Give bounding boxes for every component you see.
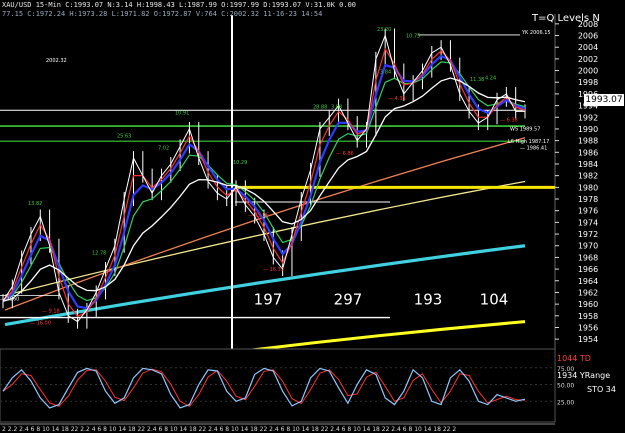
y-tick-label: 1984 [578, 160, 598, 169]
y-tick-label: 1978 [578, 195, 598, 204]
y-tick-label: 1982 [578, 172, 598, 181]
annotation-label: 10.29 [233, 160, 247, 166]
stochastic-tick-label: 25.00 [557, 399, 574, 406]
y-tick-label: 1970 [578, 242, 598, 251]
y-tick-label: 1958 [578, 312, 598, 321]
y-tick-label: 2000 [578, 67, 598, 76]
annotation-label: 3.88 [331, 105, 342, 111]
annotation-label: 12.78 [92, 250, 106, 256]
annotation-label: — 1960 [0, 297, 19, 303]
y-tick-label: 2004 [578, 43, 598, 52]
moving-averages [4, 137, 526, 353]
annotation-label: — 16.00 [30, 321, 51, 327]
y-tick-label: 1954 [578, 335, 598, 344]
swing-count-label: 193 [414, 290, 443, 308]
header-sub-line: 77.15 C:1972.24 H:1973.28 L:1971.82 O:19… [2, 10, 323, 18]
swing-count-label: 104 [480, 290, 509, 308]
annotation-label: 3.84 [380, 69, 391, 75]
y-tick-label: 1956 [578, 323, 598, 332]
level-label: L6 High 1987.17 [508, 139, 549, 145]
price-line [2, 33, 525, 323]
annotation-label: 28.88 [313, 105, 327, 111]
annotation-label: — 25.06 [248, 213, 269, 219]
moving-average-line [244, 320, 526, 353]
y-tick-label: 1980 [578, 183, 598, 192]
annotation-label: — 6.38 [500, 117, 518, 123]
y-tick-label: 1988 [578, 137, 598, 146]
levels-title: T=Q Levels N [532, 13, 600, 24]
y-tick-label: 2006 [578, 32, 598, 41]
td-label: 1044 TD [557, 354, 591, 363]
last-price-box: 1993.07 [584, 94, 624, 106]
swing-count-label: 197 [254, 290, 283, 308]
swing-count-label: 297 [334, 290, 363, 308]
y-tick-label: 1964 [578, 277, 598, 286]
y-tick-label: 1990 [578, 125, 598, 134]
y-tick-label: 1992 [578, 113, 598, 122]
y-tick-label: 1998 [578, 78, 598, 87]
y-tick-label: 1962 [578, 288, 598, 297]
annotation-label: 25.63 [117, 134, 131, 140]
yrange-label: 1934 YRange [557, 371, 611, 380]
x-tick-labels: 2 2.2 2.4 6 8 10 14 18 22 2.2 4 6 8 10 1… [2, 426, 456, 433]
annotation-label: 11.38 [470, 77, 484, 83]
y-tick-label: 1986 [578, 148, 598, 157]
annotation-label: 23.20 [377, 27, 391, 33]
ema-green-line [2, 61, 526, 302]
annotation-label: 2002.32 [46, 58, 67, 64]
level-label: YK 2006.15 [521, 30, 551, 36]
y-tick-label: 1972 [578, 230, 598, 239]
annotation-label: 7.02 [158, 145, 169, 151]
annotation-label: — 6.86 [336, 151, 354, 157]
annotation-label: 13.82 [28, 201, 42, 207]
stochastic-tick-label: 50.00 [557, 383, 574, 390]
y-tick-label: 1968 [578, 253, 598, 262]
y-tick-label: 1966 [578, 265, 598, 274]
annotation-label: — 4.36 [388, 96, 406, 102]
header-quote-line: XAU/USD 15-Min C:1993.07 N:3.14 H:1998.4… [2, 1, 357, 9]
annotation-label: — 16.39 [263, 267, 284, 273]
moving-average-line [4, 244, 526, 327]
moving-average-line [4, 180, 526, 296]
sto-label: STO 34 [587, 385, 616, 394]
y-tick-label: 1960 [578, 300, 598, 309]
y-tick-label: 1976 [578, 207, 598, 216]
annotation-label: 4.24 [485, 75, 496, 81]
annotation-label: 10.75 [406, 33, 420, 39]
stochastic-panel: 75.0050.0025.00 [0, 348, 574, 423]
x-axis: 2 2.2 2.4 6 8 10 14 18 22 2.2 4 6 8 10 1… [0, 423, 555, 433]
price-chart[interactable]: 2002.32 13.82 12.78 25.63 7.02 10.91 10.29 28.8… [0, 0, 625, 433]
y-tick-label: 2002 [578, 55, 598, 64]
level-label: WS 1989.57 [510, 126, 540, 132]
level-label: — 1986.41 [520, 146, 547, 152]
y-tick-label: 1974 [578, 218, 598, 227]
annotation-label: 10.91 [175, 110, 189, 116]
y-axis: 2008200620042002200019981996199419921990… [555, 20, 598, 344]
annotation-label: — 9.18 [42, 308, 60, 314]
